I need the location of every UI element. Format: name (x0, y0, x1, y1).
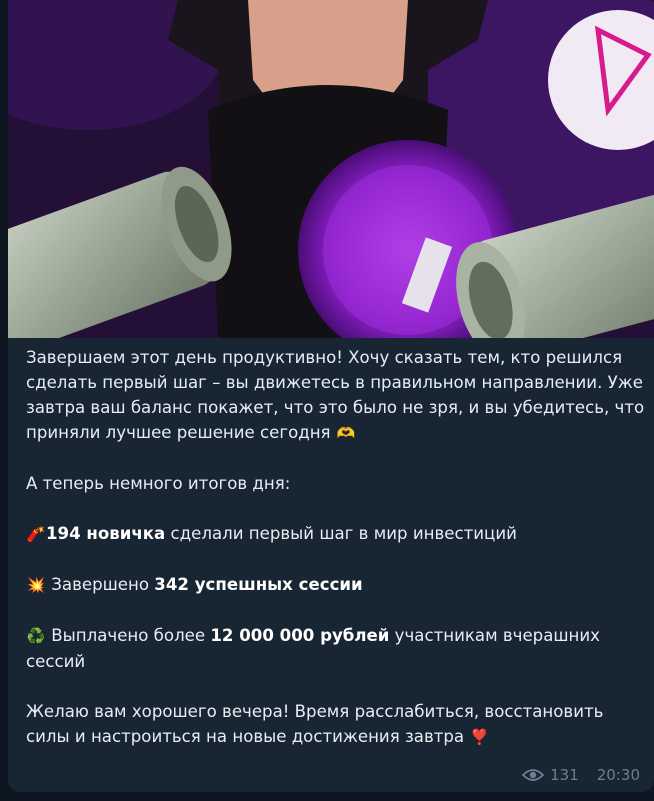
message-time: 20:30 (596, 766, 640, 784)
heart-exclamation-icon: ❣️ (470, 728, 489, 746)
summary-heading: А теперь немного итогов дня: (26, 474, 291, 493)
eye-icon (522, 769, 545, 781)
views-count: 131 (550, 766, 579, 784)
stat-line-payouts: ♻️ Выплачено более 12 000 000 рублей уча… (26, 623, 646, 674)
stat-line-sessions: 💥 Завершено 342 успешных сессии (26, 572, 646, 598)
heart-hands-icon: 🫶 (336, 424, 356, 442)
sessions-prefix: Завершено (51, 575, 155, 594)
newcomers-count: 194 новичка (46, 524, 166, 543)
payouts-prefix: Выплачено более (51, 626, 211, 645)
closing-text: Желаю вам хорошего вечера! Время расслаб… (26, 702, 604, 746)
post-image[interactable] (8, 0, 654, 338)
message-text: Завершаем этот день продуктивно! Хочу ск… (26, 345, 646, 750)
message-meta: 131 20:30 (522, 766, 640, 784)
newcomers-text: сделали первый шаг в мир инвестиций (165, 524, 517, 543)
sessions-count: 342 успешных сессии (154, 575, 363, 594)
collision-icon: 💥 (26, 576, 46, 594)
post-image-illustration (8, 0, 654, 338)
message-bubble: Завершаем этот день продуктивно! Хочу ск… (8, 0, 654, 792)
intro-paragraph: Завершаем этот день продуктивно! Хочу ск… (26, 345, 646, 446)
closing-paragraph: Желаю вам хорошего вечера! Время расслаб… (26, 699, 646, 750)
firecracker-icon: 🧨 (26, 525, 46, 543)
recycle-icon: ♻️ (26, 627, 46, 645)
payouts-amount: 12 000 000 рублей (210, 626, 390, 645)
stat-line-newcomers: 🧨194 новичка сделали первый шаг в мир ин… (26, 521, 646, 547)
